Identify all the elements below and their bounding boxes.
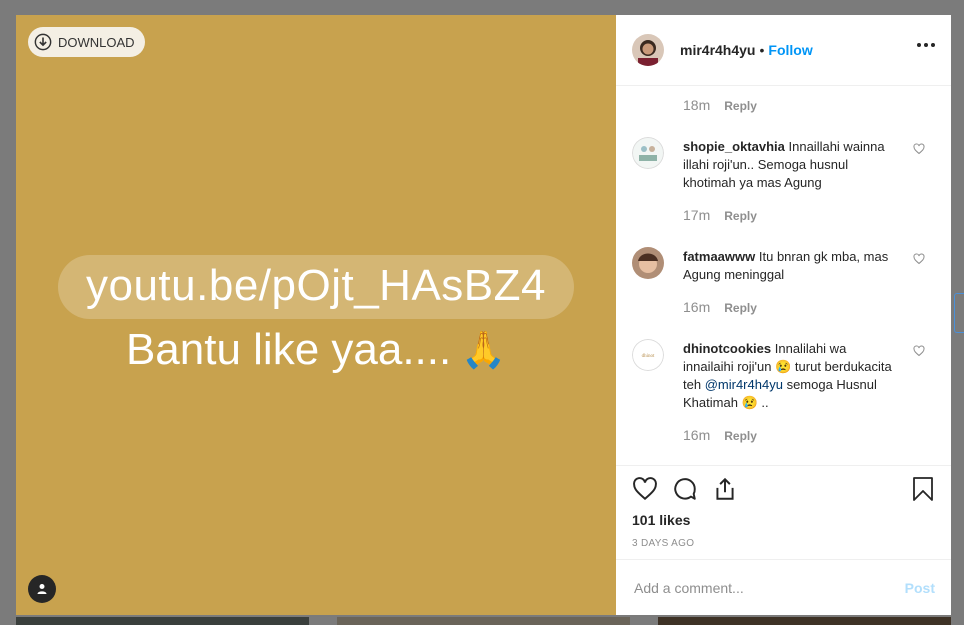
comment-meta: 16m Reply <box>683 299 757 315</box>
download-icon <box>34 33 52 51</box>
download-label: DOWNLOAD <box>58 34 135 50</box>
comment-text: dhinotcookies Innalilahi wa innailaihi r… <box>683 340 895 412</box>
commenter-avatar[interactable] <box>632 247 664 279</box>
reply-button[interactable]: Reply <box>724 301 757 315</box>
commenter-username[interactable]: shopie_oktavhia <box>683 139 785 154</box>
comment-text: fatmaawww Itu bnran gk mba, mas Agung me… <box>683 248 895 284</box>
header-separator: • <box>759 42 765 58</box>
overlay-link-text: youtu.be/pOjt_HAsBZ4 <box>57 255 574 319</box>
comment-text: shopie_oktavhia Innaillahi wainna illahi… <box>683 138 895 192</box>
like-heart-icon[interactable] <box>632 476 658 502</box>
more-options-icon[interactable] <box>917 43 935 47</box>
like-comment-heart-icon[interactable] <box>913 143 925 155</box>
post-sidebar: mir4r4h4yu • Follow 18m Reply shopie_okta… <box>616 15 951 615</box>
comment-time: 18m <box>683 97 711 113</box>
commenter-username[interactable]: dhinotcookies <box>683 341 771 356</box>
reply-button[interactable]: Reply <box>724 429 757 443</box>
person-icon <box>37 584 47 594</box>
like-comment-heart-icon[interactable] <box>913 253 925 265</box>
follow-button[interactable]: Follow <box>768 42 812 58</box>
commenter-username[interactable]: fatmaawww <box>683 249 755 264</box>
author-username[interactable]: mir4r4h4yu <box>680 42 755 58</box>
bookmark-icon[interactable] <box>911 476 935 502</box>
post-timestamp: 3 DAYS AGO <box>632 538 695 549</box>
post-comment-button[interactable]: Post <box>905 580 935 596</box>
comment-message: .. <box>761 395 769 410</box>
comment-time: 16m <box>683 427 711 443</box>
overlay-caption-text: Bantu like yaa.... <box>125 325 452 374</box>
background-thumbnail <box>16 617 309 625</box>
pray-emoji: 🙏 <box>461 329 507 370</box>
sad-emoji: 😢 <box>741 395 758 410</box>
post-header: mir4r4h4yu • Follow <box>616 15 951 86</box>
comment-time: 16m <box>683 299 711 315</box>
action-icons <box>632 476 935 504</box>
post-actions: 101 likes 3 DAYS AGO <box>616 465 951 549</box>
comment-time: 17m <box>683 207 711 223</box>
background-thumbnail <box>658 617 951 625</box>
commenter-avatar[interactable]: dhinot <box>632 339 664 371</box>
add-comment-input[interactable] <box>632 578 905 597</box>
reply-button[interactable]: Reply <box>724 99 757 113</box>
comment-meta: 18m Reply <box>683 97 757 113</box>
comments-list[interactable]: 18m Reply shopie_oktavhia Innaillahi wain… <box>616 87 951 465</box>
post-media[interactable]: DOWNLOAD youtu.be/pOjt_HAsBZ4 Bantu like… <box>16 15 616 615</box>
media-overlay-text: youtu.be/pOjt_HAsBZ4 Bantu like yaa.... … <box>16 255 616 375</box>
svg-text:dhinot: dhinot <box>642 354 655 359</box>
author-avatar[interactable] <box>632 34 664 66</box>
reply-button[interactable]: Reply <box>724 209 757 223</box>
user-tag-button[interactable] <box>28 575 56 603</box>
like-comment-heart-icon[interactable] <box>913 345 925 357</box>
comment-meta: 16m Reply <box>683 427 757 443</box>
mention-link[interactable]: @mir4r4h4yu <box>705 377 783 392</box>
overlay-caption: Bantu like yaa.... 🙏 <box>16 325 616 375</box>
next-arrow-edge[interactable] <box>954 293 964 333</box>
commenter-avatar[interactable] <box>632 137 664 169</box>
add-comment-bar: Post <box>616 559 951 615</box>
likes-count[interactable]: 101 likes <box>632 512 690 528</box>
share-icon[interactable] <box>712 476 738 502</box>
sad-emoji: 😢 <box>775 359 792 374</box>
post-modal: DOWNLOAD youtu.be/pOjt_HAsBZ4 Bantu like… <box>16 15 951 615</box>
background-thumbnail <box>337 617 630 625</box>
download-button[interactable]: DOWNLOAD <box>28 27 145 57</box>
comment-bubble-icon[interactable] <box>672 476 698 502</box>
comment-meta: 17m Reply <box>683 207 757 223</box>
